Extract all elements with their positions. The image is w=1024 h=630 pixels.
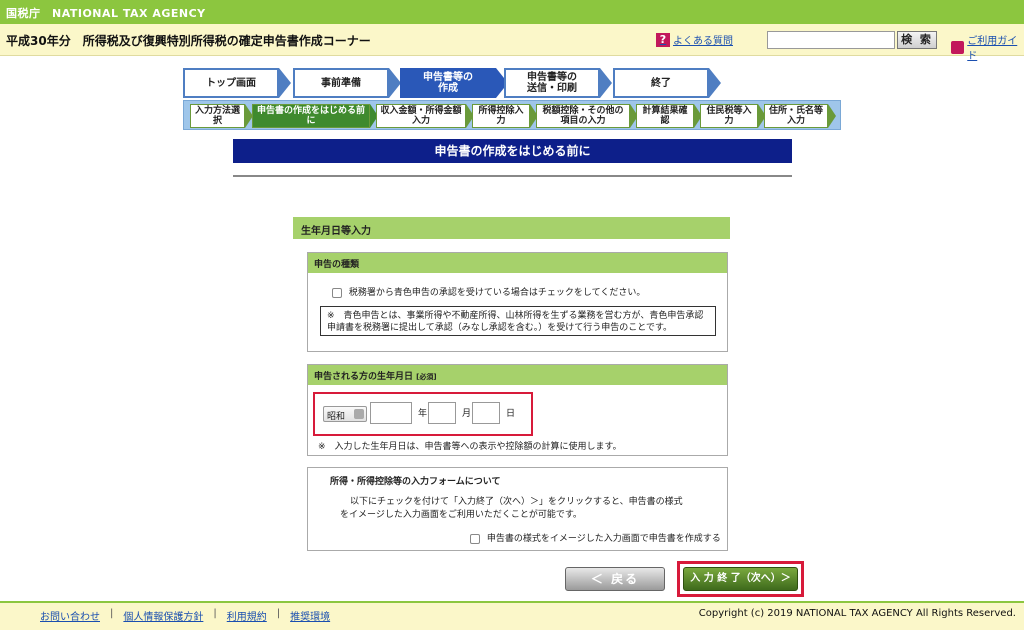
- select-arrow-icon: [354, 409, 364, 419]
- day-unit: 日: [506, 409, 516, 419]
- substep-before: 申告書の作成をはじめる前 に: [252, 104, 378, 128]
- substep-label: 計算結果確 認: [642, 106, 688, 126]
- shinkoku-type-box: 申告の種類 税務署から青色申告の承認を受けている場合はチェックをしてください。 …: [307, 252, 728, 352]
- section-title: 生年月日等入力: [293, 217, 730, 239]
- footer-separator: |: [213, 608, 217, 619]
- birth-day-input[interactable]: [472, 402, 500, 424]
- guide-link[interactable]: ご利用ガイド: [951, 32, 1024, 62]
- blue-return-row: 税務署から青色申告の承認を受けている場合はチェックをしてください。: [332, 285, 645, 298]
- input-form-head: 所得・所得控除等の入力フォームについて: [330, 477, 501, 487]
- substep-label: 住民税等入 力: [706, 106, 752, 126]
- substep-label: 申告書の作成をはじめる前 に: [256, 106, 365, 126]
- agency-banner: 国税庁 NATIONAL TAX AGENCY: [0, 0, 1024, 24]
- month-unit: 月: [462, 409, 472, 419]
- step-prep[interactable]: 事前準備: [293, 68, 401, 98]
- book-icon: [951, 40, 965, 54]
- footer-link-environment[interactable]: 推奨環境: [290, 608, 330, 623]
- substep-address: 住所・氏名等 入力: [764, 104, 836, 128]
- faq-link[interactable]: ? よくある質問: [656, 32, 733, 47]
- next-button-highlight: 入 力 終 了（次へ）＞: [677, 561, 804, 597]
- page-title: 申告書の作成をはじめる前に: [233, 139, 792, 163]
- substep-label: 収入金額・所得金額 入力: [380, 106, 462, 126]
- substep-label: 税額控除・その他の 項目の入力: [542, 106, 624, 126]
- birthdate-head: 申告される方の生年月日 [必須]: [308, 365, 727, 385]
- form-style-row: 申告書の様式をイメージした入力画面で申告書を作成する: [470, 531, 721, 544]
- search-input[interactable]: [767, 31, 895, 49]
- required-badge: [必須]: [416, 373, 437, 381]
- substep-deduction: 所得控除入 力: [472, 104, 538, 128]
- birthdate-box: 申告される方の生年月日 [必須] 昭和 年 月 日 ※ 入力した生年月日は、申告…: [307, 364, 728, 456]
- page-footer: お問い合わせ | 個人情報保護方針 | 利用規約 | 推奨環境 Copyrigh…: [0, 601, 1024, 630]
- footer-link-terms[interactable]: 利用規約: [227, 608, 267, 623]
- search-button[interactable]: 検 索: [897, 31, 937, 49]
- faq-label: よくある質問: [673, 36, 733, 47]
- blue-return-note: ※ 青色申告とは、事業所得や不動産所得、山林所得を生ずる業務を営む方が、青色申告…: [320, 306, 716, 336]
- step-label: 申告書等の 送信・印刷: [527, 72, 577, 94]
- birth-month-input[interactable]: [428, 402, 456, 424]
- substep-label: 所得控除入 力: [478, 106, 524, 126]
- copyright: Copyright (c) 2019 NATIONAL TAX AGENCY A…: [698, 608, 1016, 619]
- substep-income: 収入金額・所得金額 入力: [376, 104, 474, 128]
- step-label: 申告書等の 作成: [423, 72, 473, 94]
- corner-title: 平成30年分 所得税及び復興特別所得税の確定申告書作成コーナー: [6, 34, 371, 48]
- substep-label: 入力方法選 択: [194, 106, 240, 126]
- main-steps: トップ画面 事前準備 申告書等の 作成 申告書等の 送信・印刷 終了: [183, 68, 743, 98]
- birthdate-note: ※ 入力した生年月日は、申告書等への表示や控除額の計算に使用します。: [318, 442, 622, 452]
- birth-year-input[interactable]: [370, 402, 412, 424]
- input-form-box: 所得・所得控除等の入力フォームについて 以下にチェックを付けて「入力終了（次へ）…: [307, 467, 728, 551]
- step-send: 申告書等の 送信・印刷: [504, 68, 612, 98]
- year-unit: 年: [418, 409, 428, 419]
- era-select[interactable]: 昭和: [323, 406, 367, 422]
- step-end: 終了: [613, 68, 721, 98]
- back-button[interactable]: ＜ 戻る: [565, 567, 665, 591]
- footer-link-privacy[interactable]: 個人情報保護方針: [123, 608, 203, 623]
- substep-label: 住所・氏名等 入力: [768, 106, 823, 126]
- guide-label: ご利用ガイド: [967, 36, 1018, 62]
- question-icon: ?: [656, 32, 670, 47]
- input-form-text1: 以下にチェックを付けて「入力終了（次へ）＞」をクリックすると、申告書の様式: [350, 497, 683, 507]
- footer-links: お問い合わせ | 個人情報保護方針 | 利用規約 | 推奨環境: [40, 608, 330, 623]
- substep-method[interactable]: 入力方法選 択: [190, 104, 253, 128]
- era-value: 昭和: [327, 412, 346, 422]
- next-button[interactable]: 入 力 終 了（次へ）＞: [683, 567, 798, 591]
- blue-return-label: 税務署から青色申告の承認を受けている場合はチェックをしてください。: [348, 288, 646, 298]
- substep-tax-credit: 税額控除・その他の 項目の入力: [536, 104, 638, 128]
- birthdate-input-group: 昭和 年 月 日: [313, 392, 533, 436]
- form-style-label: 申告書の様式をイメージした入力画面で申告書を作成する: [486, 534, 721, 544]
- footer-separator: |: [110, 608, 114, 619]
- footer-link-contact[interactable]: お問い合わせ: [40, 608, 100, 623]
- blue-return-checkbox[interactable]: [332, 287, 342, 298]
- birthdate-head-label: 申告される方の生年月日: [314, 372, 414, 382]
- step-create: 申告書等の 作成: [400, 68, 508, 98]
- page-header: 平成30年分 所得税及び復興特別所得税の確定申告書作成コーナー ? よくある質問…: [0, 24, 1024, 62]
- step-label: トップ画面: [206, 77, 256, 89]
- substep-resident-tax: 住民税等入 力: [700, 104, 766, 128]
- shinkoku-type-head: 申告の種類: [308, 253, 727, 273]
- form-style-checkbox[interactable]: [470, 533, 480, 544]
- substep-result: 計算結果確 認: [636, 104, 702, 128]
- sub-steps: 入力方法選 択 申告書の作成をはじめる前 に 収入金額・所得金額 入力 所得控除…: [183, 100, 841, 130]
- step-label: 終了: [651, 77, 671, 89]
- divider: [233, 175, 792, 177]
- step-label: 事前準備: [321, 77, 361, 89]
- input-form-text2: をイメージした入力画面をご利用いただくことが可能です。: [340, 510, 582, 520]
- footer-separator: |: [276, 608, 281, 619]
- step-top[interactable]: トップ画面: [183, 68, 291, 98]
